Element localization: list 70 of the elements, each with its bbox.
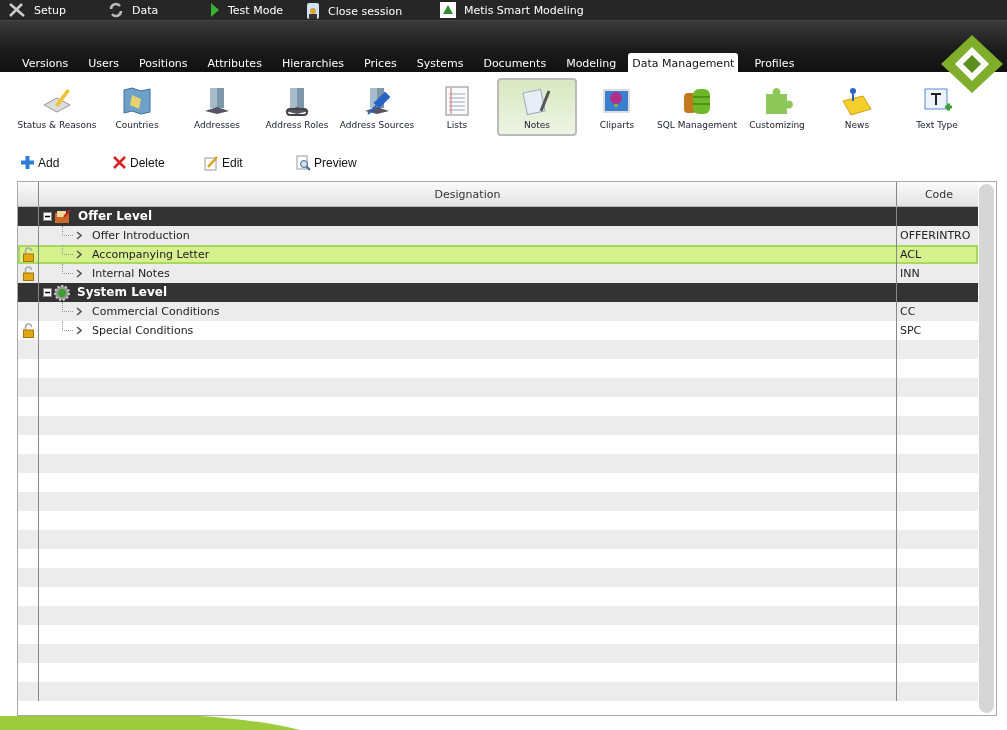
action-button[interactable]: Add <box>20 149 112 176</box>
toolbar-button[interactable]: Address Sources <box>337 78 417 136</box>
table-cell: SPC <box>900 324 922 337</box>
tools-icon <box>8 2 26 18</box>
map-icon <box>121 84 153 117</box>
menu-item[interactable]: Data <box>132 3 159 17</box>
toolbar-button[interactable]: Status & Reasons <box>17 78 97 136</box>
user-icon <box>306 2 320 20</box>
collapse-icon[interactable] <box>43 212 52 221</box>
menu-item[interactable]: Metis Smart Modeling <box>464 3 584 17</box>
table-cell: Accompanying Letter <box>92 248 210 261</box>
tab[interactable]: Versions <box>14 53 77 72</box>
chevron-icon <box>76 231 82 240</box>
play-icon <box>210 2 220 18</box>
table-row[interactable]: Internal Notes INN <box>18 264 978 283</box>
chevron-icon <box>76 250 82 259</box>
table-cell: INN <box>900 267 920 280</box>
column-header[interactable]: Designation <box>39 182 896 206</box>
action-button[interactable]: Preview <box>296 149 388 176</box>
chevron-icon <box>76 307 82 316</box>
table-cell: Commercial Conditions <box>92 305 220 318</box>
table-cell: Internal Notes <box>92 267 170 280</box>
sync-icon <box>108 2 124 18</box>
table-cell: Special Conditions <box>92 324 194 337</box>
collapse-icon[interactable] <box>43 288 52 297</box>
toolbar-button[interactable]: Notes <box>497 78 577 136</box>
table-cell: CC <box>900 305 916 318</box>
tab[interactable]: Documents <box>475 53 555 72</box>
tab[interactable]: Modeling <box>558 53 625 72</box>
table-row[interactable]: Offer Introduction OFFERINTRO <box>18 226 978 245</box>
pencil-icon <box>204 154 219 171</box>
toolbar-button[interactable]: Text Type <box>897 78 977 136</box>
toolbar-button[interactable]: SQL Management <box>657 78 737 136</box>
table-cell: OFFERINTRO <box>900 229 971 242</box>
plus-icon <box>20 155 35 170</box>
tab[interactable]: Attributes <box>199 53 270 72</box>
chevron-icon <box>76 269 82 278</box>
tab[interactable]: Data Management <box>628 53 739 72</box>
toolbar-button[interactable]: Address Roles <box>257 78 337 136</box>
tab[interactable]: Hierarchies <box>273 53 353 72</box>
menu-item[interactable]: Close session <box>328 4 403 18</box>
gear-icon <box>54 284 70 301</box>
toolbar-button[interactable]: Customizing <box>737 78 817 136</box>
toolbar-button[interactable]: News <box>817 78 897 136</box>
menu-item[interactable]: Test Mode <box>228 3 284 17</box>
magnifier-icon <box>296 154 311 171</box>
folder-icon <box>54 209 71 224</box>
table-row[interactable]: Accompanying Letter ACL <box>18 245 978 264</box>
table-cell: ACL <box>900 248 922 261</box>
toolbar-button[interactable]: Countries <box>97 78 177 136</box>
tab[interactable]: Prices <box>356 53 405 72</box>
action-button[interactable]: Edit <box>204 149 296 176</box>
menu-item[interactable]: Setup <box>34 3 67 17</box>
tree-group-label[interactable]: System Level <box>77 284 168 301</box>
toolbar-button[interactable]: Cliparts <box>577 78 657 136</box>
action-button[interactable]: Delete <box>112 149 204 176</box>
column-header[interactable]: Code <box>896 182 978 206</box>
table-cell: Offer Introduction <box>92 229 190 242</box>
toolbar-button[interactable]: Addresses <box>177 78 257 136</box>
tab[interactable]: Profiles <box>746 53 803 72</box>
scrollbar[interactable] <box>979 184 994 713</box>
chevron-icon <box>76 326 82 335</box>
app-logo-icon <box>440 2 456 18</box>
cross-icon <box>112 155 127 170</box>
tab[interactable]: Positions <box>131 53 196 72</box>
tab[interactable]: Users <box>80 53 127 72</box>
table-row[interactable]: Commercial Conditions CC <box>18 302 978 321</box>
toolbar-button[interactable]: Lists <box>417 78 497 136</box>
tab[interactable]: Systems <box>408 53 472 72</box>
tree-group-label[interactable]: Offer Level <box>78 208 152 225</box>
